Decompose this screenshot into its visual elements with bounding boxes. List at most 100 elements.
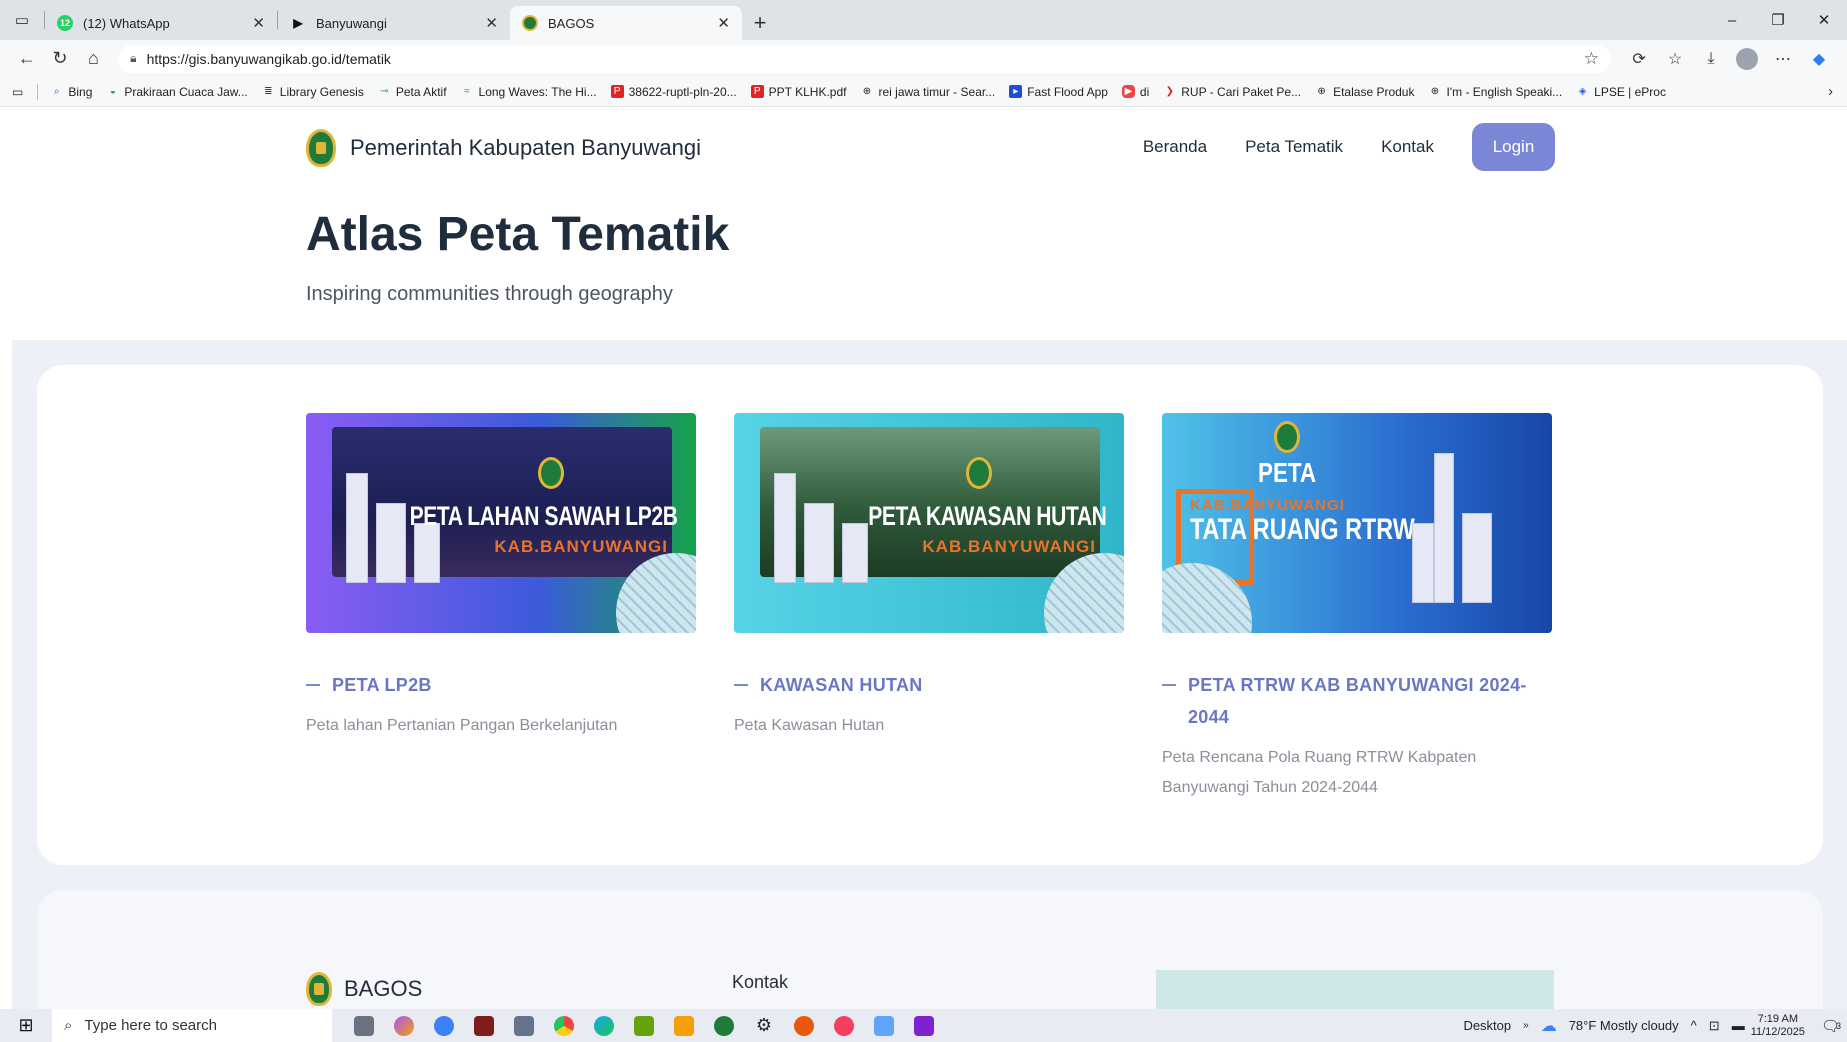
close-icon[interactable]: ✕ (252, 14, 265, 32)
nav-kontak[interactable]: Kontak (1381, 137, 1434, 157)
bookmark-label: 38622-ruptl-pln-20... (628, 84, 737, 99)
favorite-star-icon[interactable]: ☆ (1584, 49, 1599, 69)
battery-icon[interactable]: ▬ (1732, 1018, 1745, 1033)
thumbnail-title: PETA LAHAN SAWAH LP2B (410, 501, 678, 531)
bookmark-label: Etalase Produk (1333, 84, 1415, 99)
bookmark-english[interactable]: ⊕ I'm - English Speaki... (1428, 85, 1562, 99)
weather-text[interactable]: 78°F Mostly cloudy (1569, 1018, 1679, 1033)
thumbnail-top-text: PETA (1258, 457, 1317, 488)
minimize-icon[interactable]: – (1709, 0, 1755, 40)
card-description: Peta Kawasan Hutan (734, 717, 885, 734)
card-thumbnail[interactable]: PETA KAB.BANYUWANGI TATA RUANG RTRW (1162, 413, 1552, 633)
tab-banyuwangi[interactable]: ▶ Banyuwangi ✕ (278, 6, 510, 40)
home-icon[interactable]: ⌂ (77, 44, 110, 74)
close-icon[interactable]: ✕ (717, 14, 730, 32)
thumbnail-title: PETA KAWASAN HUTAN (867, 501, 1107, 531)
card-title[interactable]: KAWASAN HUTAN (734, 669, 1124, 701)
bookmark-long-waves[interactable]: ≈ Long Waves: The Hi... (461, 84, 597, 99)
close-icon[interactable]: ✕ (485, 14, 498, 32)
lock-icon[interactable]: 🔒︎ (130, 51, 136, 66)
file-explorer-icon[interactable] (664, 1009, 704, 1042)
bookmark-libgen[interactable]: ≣ Library Genesis (262, 85, 364, 99)
back-icon[interactable]: ← (10, 44, 43, 74)
close-window-icon[interactable]: ✕ (1801, 0, 1847, 40)
tab-whatsapp[interactable]: 12 (12) WhatsApp ✕ (45, 6, 277, 40)
footer-brand[interactable]: BAGOS (306, 972, 422, 1006)
card-title[interactable]: PETA LP2B (306, 669, 696, 701)
thumbnail-title: TATA RUANG RTRW (1190, 513, 1415, 546)
map-card-rtrw[interactable]: PETA KAB.BANYUWANGI TATA RUANG RTRW PETA… (1162, 413, 1552, 803)
copilot-icon[interactable]: ◆ (1801, 44, 1837, 74)
bookmark-etalase[interactable]: ⊕ Etalase Produk (1315, 85, 1414, 99)
chevron-right-icon[interactable]: › (1828, 83, 1833, 100)
site-brand[interactable]: Pemerintah Kabupaten Banyuwangi (306, 129, 701, 167)
downloads-icon[interactable]: ⤓ (1693, 44, 1729, 74)
terminal-app-icon[interactable] (464, 1009, 504, 1042)
desktop-toolbar-label[interactable]: Desktop (1463, 1018, 1511, 1033)
notepad-app-icon[interactable] (624, 1009, 664, 1042)
card-title-text: PETA LP2B (332, 675, 432, 695)
clock[interactable]: 7:19 AM 11/12/2025 (1751, 1013, 1805, 1039)
reading-view-icon[interactable]: ▭ (12, 85, 23, 99)
more-menu-icon[interactable]: ⋯ (1765, 44, 1801, 74)
taskbar-search[interactable]: ⌕ Type here to search (52, 1009, 332, 1042)
bookmark-rei-jawa-timur[interactable]: ⊕ rei jawa timur - Sear... (861, 84, 996, 99)
emblem-app-icon[interactable] (704, 1009, 744, 1042)
chrome-icon[interactable] (544, 1009, 584, 1042)
banyuwangi-emblem-icon (306, 972, 332, 1006)
bookmark-ruptl[interactable]: P 38622-ruptl-pln-20... (610, 84, 737, 99)
windows-start-icon[interactable]: ⊞ (0, 1009, 52, 1042)
media-app-icon[interactable] (904, 1009, 944, 1042)
chevron-up-icon[interactable]: ^ (1691, 1018, 1697, 1033)
settings-gear-icon[interactable]: ⚙ (744, 1009, 784, 1042)
tab-bagos[interactable]: BAGOS ✕ (510, 6, 742, 40)
bookmark-fast-flood[interactable]: ▸ Fast Flood App (1009, 85, 1108, 99)
bookmark-peta-aktif[interactable]: ⊸ Peta Aktif (378, 85, 446, 99)
edge-icon[interactable] (584, 1009, 624, 1042)
title-dash (306, 684, 320, 686)
new-tab-button[interactable]: + (742, 6, 778, 40)
card-title[interactable]: PETA RTRW KAB BANYUWANGI 2024-2044 (1162, 669, 1552, 733)
extensions-icon[interactable]: ⟳ (1621, 44, 1657, 74)
image-app-icon[interactable] (504, 1009, 544, 1042)
card-thumbnail[interactable]: PETA LAHAN SAWAH LP2B KAB.BANYUWANGI (306, 413, 696, 633)
map-card-kawasan-hutan[interactable]: PETA KAWASAN HUTAN KAB.BANYUWANGI KAWASA… (734, 413, 1124, 741)
weather-icon: ◒ (109, 86, 116, 97)
bookmark-bing[interactable]: ⌕ Bing (50, 85, 92, 99)
weather-icon[interactable]: ☁ (1541, 1016, 1557, 1036)
bookmark-label: Long Waves: The Hi... (478, 84, 597, 99)
bookmark-lpse[interactable]: ◈ LPSE | eProc (1576, 85, 1666, 99)
bookmark-ppt-klhk[interactable]: P PPT KLHK.pdf (750, 85, 847, 99)
card-thumbnail[interactable]: PETA KAWASAN HUTAN KAB.BANYUWANGI (734, 413, 1124, 633)
restore-icon[interactable]: ❐ (1755, 0, 1801, 40)
map-card-lp2b[interactable]: PETA LAHAN SAWAH LP2B KAB.BANYUWANGI PET… (306, 413, 696, 741)
address-toolbar: ← ↻ ⌂ 🔒︎ https://gis.banyuwangikab.go.id… (0, 40, 1847, 77)
login-button[interactable]: Login (1472, 123, 1555, 171)
copilot-app-icon[interactable] (384, 1009, 424, 1042)
bookmark-di[interactable]: ▶ di (1121, 85, 1149, 99)
snipping-tool-icon[interactable] (824, 1009, 864, 1042)
browser-tab-bar: ▭ 12 (12) WhatsApp ✕ ▶ Banyuwangi ✕ BAGO… (0, 0, 1847, 40)
wave-icon: ≈ (464, 86, 470, 97)
bookmark-cuaca[interactable]: ◒ Prakiraan Cuaca Jaw... (106, 85, 248, 99)
bookmark-label: rei jawa timur - Sear... (878, 84, 996, 99)
tab-actions-icon[interactable]: ▭ (0, 0, 44, 40)
nav-beranda[interactable]: Beranda (1143, 137, 1207, 157)
footer-map[interactable] (1156, 970, 1554, 1009)
profile-avatar[interactable] (1736, 47, 1759, 70)
bookmark-rup[interactable]: ❯ RUP - Cari Paket Pe... (1163, 85, 1302, 99)
chevron-double-icon[interactable]: » (1523, 1020, 1529, 1031)
task-view-icon[interactable] (344, 1009, 384, 1042)
url-field[interactable]: 🔒︎ https://gis.banyuwangikab.go.id/temat… (118, 44, 1612, 73)
banyuwangi-emblem-icon (966, 457, 992, 489)
globe-app-icon[interactable] (424, 1009, 464, 1042)
paint-app-icon[interactable] (864, 1009, 904, 1042)
refresh-icon[interactable]: ↻ (43, 44, 76, 74)
network-icon[interactable]: ⊡ (1709, 1018, 1720, 1034)
emblem-icon (522, 15, 538, 31)
whatsapp-icon: 12 (57, 15, 73, 31)
powerpoint-icon[interactable] (784, 1009, 824, 1042)
url-text: https://gis.banyuwangikab.go.id/tematik (146, 50, 391, 67)
favorites-icon[interactable]: ☆ (1657, 44, 1693, 74)
nav-peta-tematik[interactable]: Peta Tematik (1245, 137, 1343, 157)
